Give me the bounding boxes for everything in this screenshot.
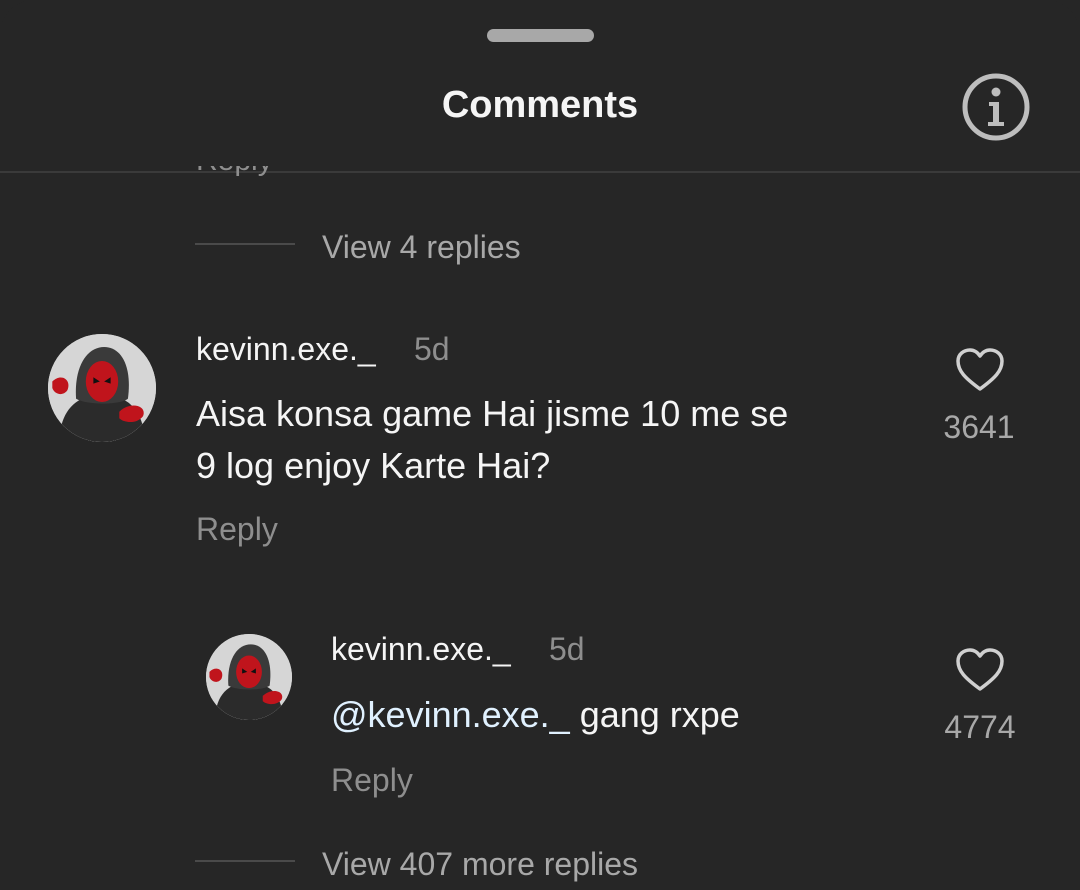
reply-like-count: 4774: [944, 709, 1016, 745]
clipped-reply-button[interactable]: Reply: [196, 166, 296, 180]
drag-handle[interactable]: [487, 29, 594, 42]
reply-username[interactable]: kevinn.exe._: [331, 631, 511, 668]
comment-text: Aisa konsa game Hai jisme 10 me se 9 log…: [196, 388, 788, 492]
reply-avatar[interactable]: [206, 634, 292, 720]
view-replies-button[interactable]: View 4 replies: [322, 229, 521, 266]
reply-text-body: gang rxpe: [569, 694, 740, 735]
clipped-reply-label: Reply: [196, 166, 273, 178]
header-title: Comments: [441, 84, 639, 126]
heart-outline-icon[interactable]: [955, 347, 1005, 393]
header-divider: [0, 171, 1080, 173]
reply-mention[interactable]: @kevinn.exe._: [331, 694, 570, 735]
comments-sheet: Comments Reply View 4 replies kevinn.exe…: [0, 0, 1080, 890]
comment-username[interactable]: kevinn.exe._: [196, 331, 376, 368]
thread-line: [195, 243, 295, 245]
reply-time: 5d: [549, 631, 585, 667]
comment-text-line2: 9 log enjoy Karte Hai?: [196, 445, 551, 486]
info-icon[interactable]: [961, 72, 1031, 142]
comment-time: 5d: [414, 331, 450, 367]
reply-text: @kevinn.exe._ gang rxpe: [331, 689, 740, 741]
avatar[interactable]: [48, 334, 156, 442]
heart-outline-icon[interactable]: [955, 647, 1005, 693]
thread-line: [195, 860, 295, 862]
reply-button[interactable]: Reply: [196, 511, 278, 548]
view-more-replies-button[interactable]: View 407 more replies: [322, 846, 638, 883]
reply-reply-button[interactable]: Reply: [331, 762, 413, 799]
like-count: 3641: [943, 409, 1015, 445]
comment-text-line1: Aisa konsa game Hai jisme 10 me se: [196, 393, 789, 434]
